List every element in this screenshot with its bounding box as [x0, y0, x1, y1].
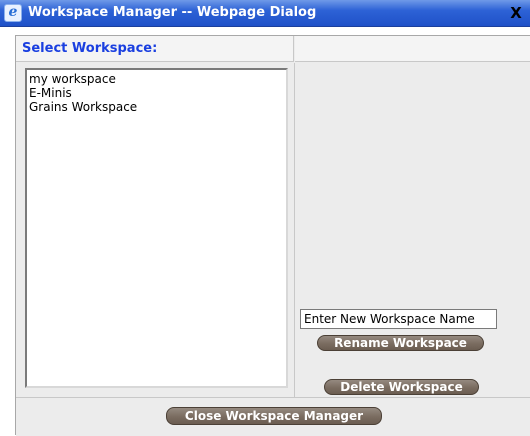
- workspace-list-item[interactable]: my workspace: [29, 72, 284, 86]
- workspace-list-item[interactable]: E-Minis: [29, 86, 284, 100]
- workspace-listbox[interactable]: my workspace E-Minis Grains Workspace: [25, 68, 288, 388]
- workspace-list-panel: my workspace E-Minis Grains Workspace: [16, 63, 295, 397]
- select-workspace-header: Select Workspace:: [16, 36, 294, 62]
- dialog-footer: Close Workspace Manager: [16, 397, 530, 436]
- delete-workspace-button[interactable]: Delete Workspace: [324, 379, 479, 395]
- internet-explorer-icon: e: [4, 4, 22, 22]
- workspace-manager-dialog: Select Workspace: my workspace E-Minis G…: [15, 35, 530, 436]
- rename-workspace-button[interactable]: Rename Workspace: [317, 335, 484, 351]
- workspace-actions-panel: Rename Workspace Delete Workspace: [296, 63, 530, 397]
- close-icon[interactable]: X: [507, 4, 525, 22]
- title-bar: e Workspace Manager -- Webpage Dialog X: [0, 0, 530, 27]
- header-right-cell: [295, 36, 530, 62]
- window-title: Workspace Manager -- Webpage Dialog: [28, 5, 317, 20]
- workspace-list-item[interactable]: Grains Workspace: [29, 100, 284, 114]
- new-workspace-name-input[interactable]: [300, 309, 497, 329]
- select-workspace-label: Select Workspace:: [22, 41, 158, 56]
- close-workspace-manager-button[interactable]: Close Workspace Manager: [166, 407, 382, 425]
